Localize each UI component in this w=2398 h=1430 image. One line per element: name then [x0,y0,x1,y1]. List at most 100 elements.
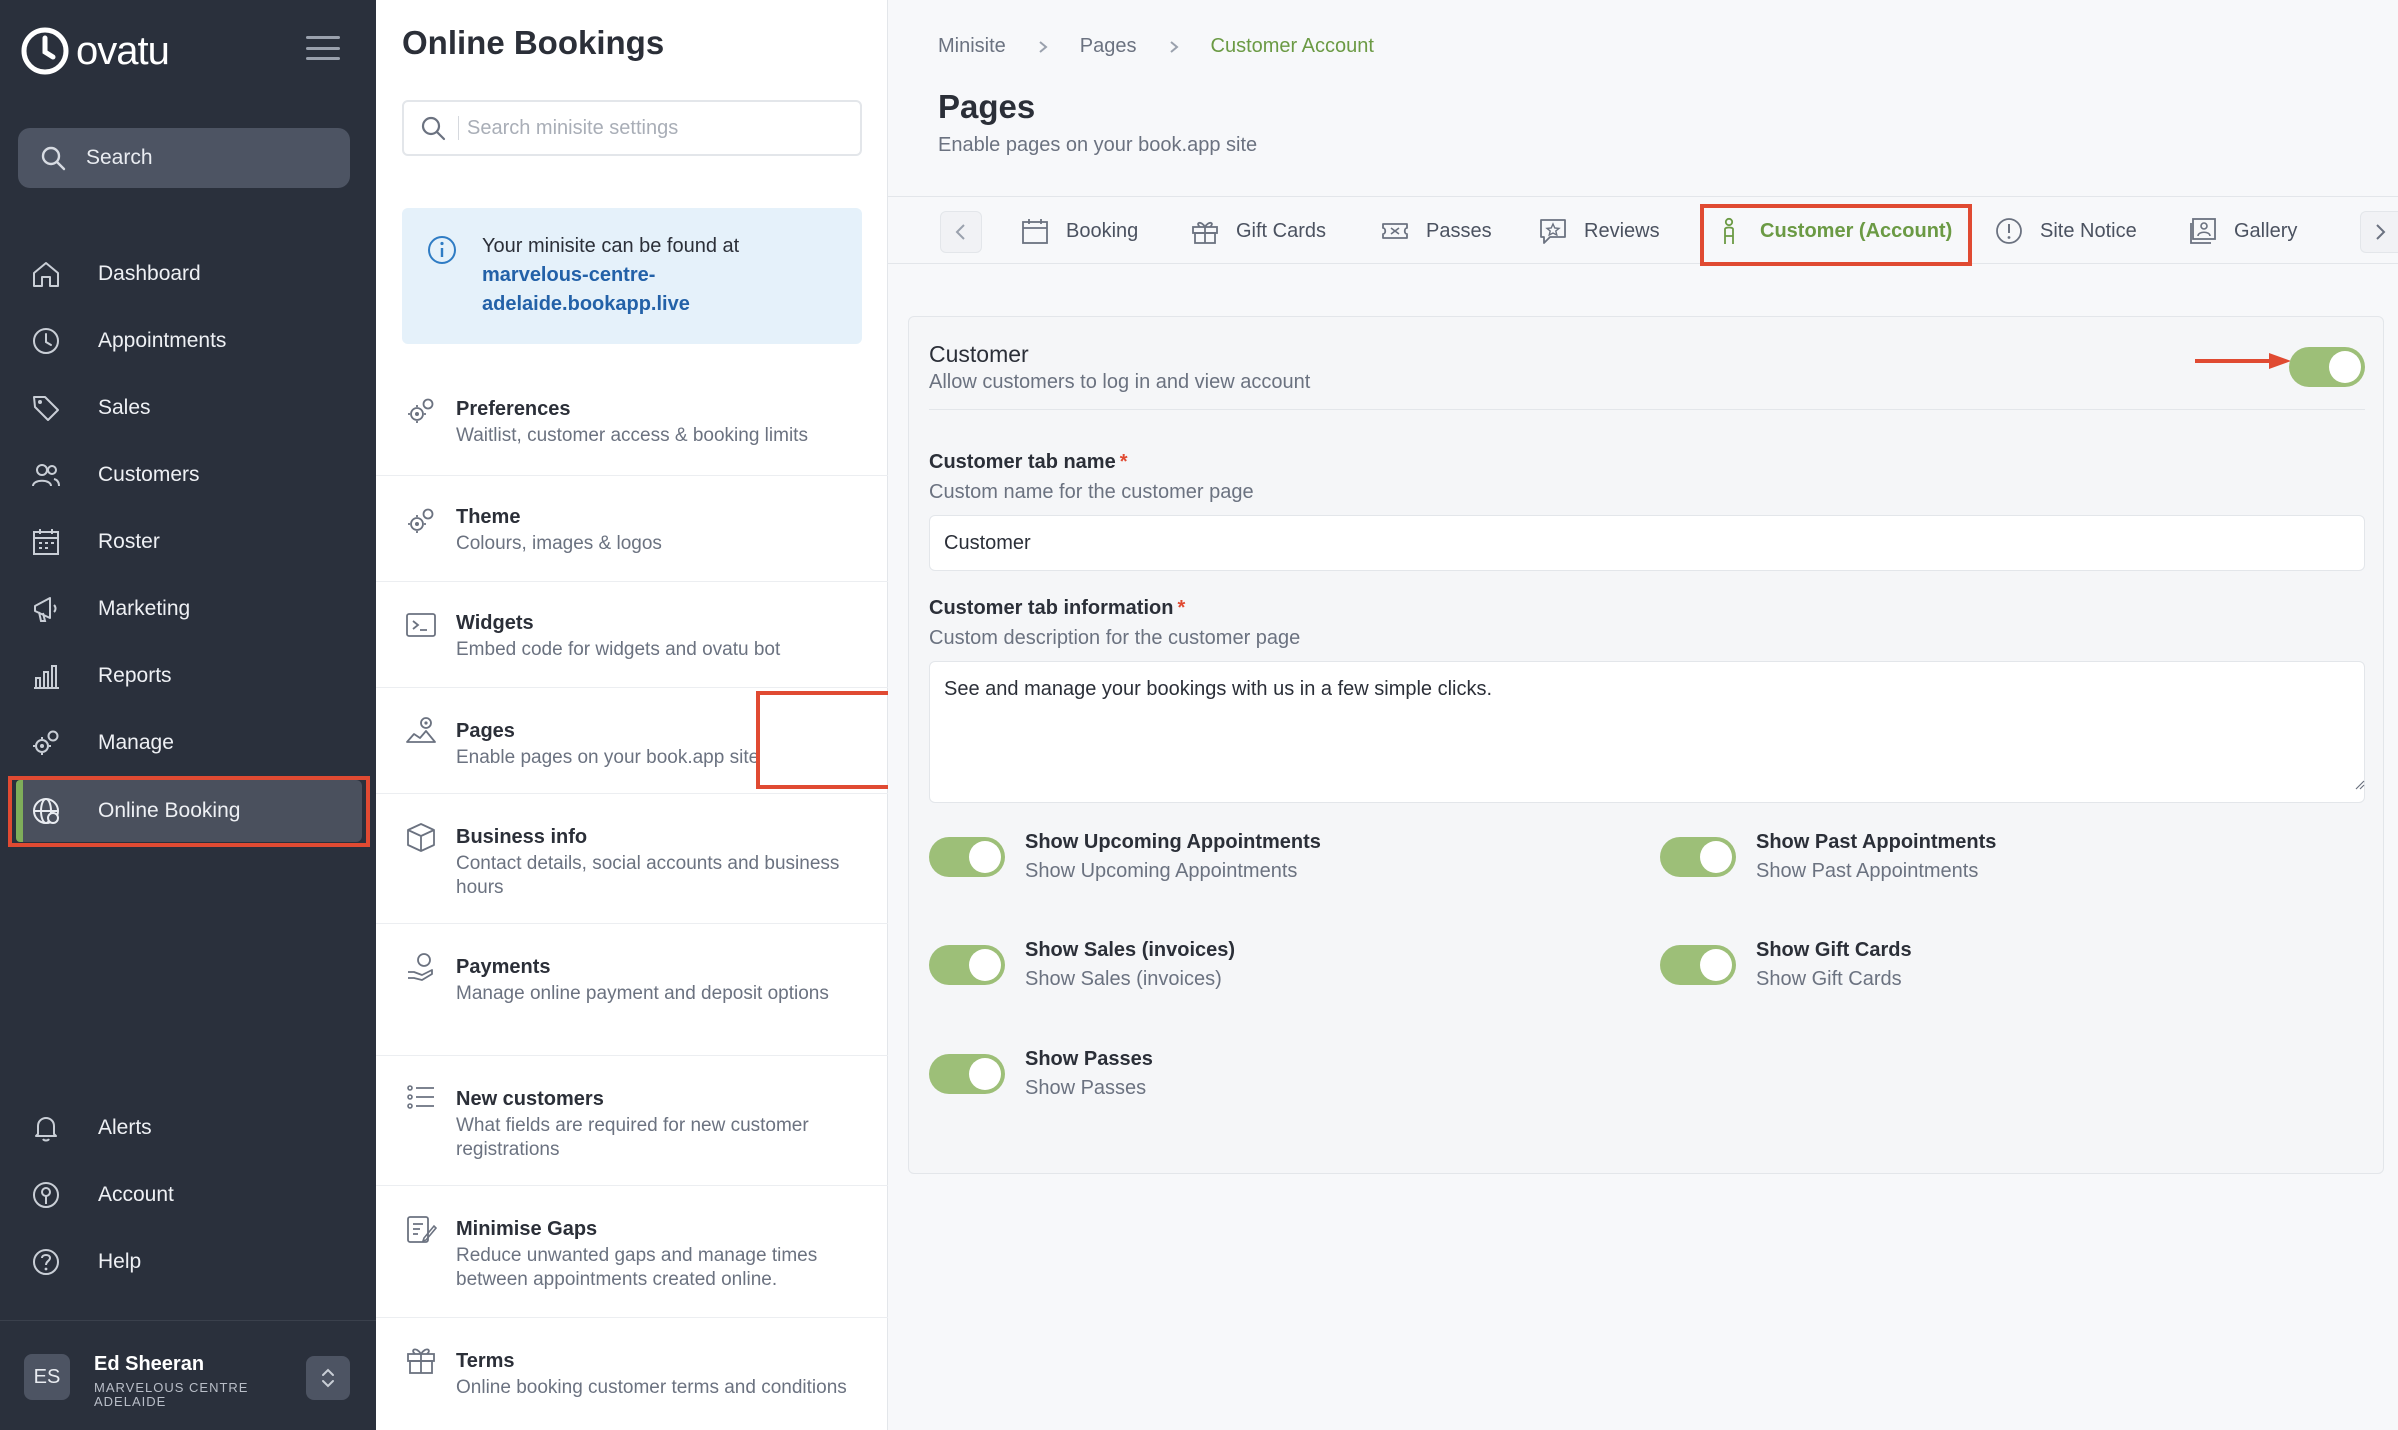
terminal-icon [406,613,436,637]
tab-passes[interactable]: Passes [1380,197,1492,265]
settings-item-title: Theme [456,506,521,528]
settings-item-business-info[interactable]: Business info Contact details, social ac… [376,794,888,924]
tab-name-input[interactable] [929,515,2365,571]
tab-gift-cards[interactable]: Gift Cards [1190,197,1326,265]
toggle-show-sales[interactable] [929,945,1005,985]
account-icon [33,1182,59,1208]
settings-item-desc: Waitlist, customer access & booking limi… [456,425,808,446]
sidebar-item-roster[interactable]: Roster [30,514,350,570]
settings-item-terms[interactable]: Terms Online booking customer terms and … [376,1318,888,1430]
home-icon [33,262,59,287]
settings-item-desc: Online booking customer terms and condit… [456,1377,847,1398]
tab-info-textarea[interactable]: See and manage your bookings with us in … [929,661,2365,803]
sidebar-item-help[interactable]: Help [30,1234,350,1290]
sidebar-search[interactable]: Search [18,128,350,188]
tabs-scroll-right-button[interactable] [2360,211,2398,253]
settings-item-minimise-gaps[interactable]: Minimise Gaps Reduce unwanted gaps and m… [376,1186,888,1318]
user-org-line1: MARVELOUS CENTRE [94,1380,249,1395]
sidebar-item-reports[interactable]: Reports [30,648,350,704]
settings-item-desc: Manage online payment and deposit option… [456,983,829,1004]
sidebar-item-manage[interactable]: Manage [30,715,350,771]
tab-info-label: Customer tab information * [929,597,1185,620]
settings-item-theme[interactable]: Theme Colours, images & logos [376,476,888,582]
help-icon [33,1249,59,1275]
settings-item-title: Minimise Gaps [456,1218,598,1240]
settings-item-new-customers[interactable]: New customers What fields are required f… [376,1056,888,1186]
chevron-right-icon [2375,224,2385,240]
tab-gallery[interactable]: Gallery [2188,197,2297,265]
breadcrumb-pages[interactable]: Pages [1080,35,1137,58]
customer-enabled-toggle[interactable] [2289,347,2365,387]
breadcrumb-minisite[interactable]: Minisite [938,35,1006,58]
minisite-info-label: Your minisite can be found at [482,235,740,257]
tab-name-label: Customer tab name * [929,451,1128,474]
sidebar-item-customers[interactable]: Customers [30,447,350,503]
sidebar-item-label: Reports [98,664,172,687]
toggle-show-past-appointments[interactable] [1660,837,1736,877]
settings-search-input[interactable] [467,116,847,140]
sidebar-item-dashboard[interactable]: Dashboard [30,246,350,302]
settings-item-desc: What fields are required for new custome… [456,1115,809,1160]
settings-item-payments[interactable]: Payments Manage online payment and depos… [376,924,888,1056]
settings-item-desc: Reduce unwanted gaps and manage times be… [456,1245,818,1290]
logo[interactable]: ovatu [20,26,170,76]
tab-site-notice[interactable]: Site Notice [1994,197,2137,265]
sidebar-item-label: Appointments [98,329,227,352]
settings-search[interactable] [402,100,862,156]
settings-item-preferences[interactable]: Preferences Waitlist, customer access & … [376,376,888,476]
box-icon [407,823,435,852]
users-icon [32,464,60,487]
highlight-box-online-booking [8,776,370,847]
chevron-up-down-icon [322,1368,334,1388]
highlight-box-customer-tab [1700,204,1972,266]
toggle-show-upcoming-appointments[interactable] [929,837,1005,877]
tab-label: Reviews [1584,219,1660,242]
sidebar-item-label: Customers [98,463,200,486]
sidebar-item-label: Help [98,1250,142,1273]
tab-name-label-text: Customer tab name [929,451,1116,473]
settings-panel: Online Bookings Your minisite can be fou… [376,0,1264,1430]
tab-name-desc: Custom name for the customer page [929,481,1254,503]
settings-item-desc: Contact details, social accounts and bus… [456,853,840,898]
tabs-bar: Booking Gift Cards Passes Reviews Custom… [888,196,2398,266]
tab-label: Passes [1426,219,1492,242]
sidebar-item-alerts[interactable]: Alerts [30,1100,350,1156]
customer-card-title: Customer [929,341,1029,367]
menu-icon[interactable] [306,36,340,60]
toggle-show-passes[interactable] [929,1054,1005,1094]
minisite-link[interactable]: marvelous-centre- adelaide.bookapp.live [482,261,852,319]
tab-booking[interactable]: Booking [1020,197,1138,265]
option-desc: Show Past Appointments [1756,860,1979,882]
sidebar-item-appointments[interactable]: Appointments [30,313,350,369]
option-title: Show Past Appointments [1756,831,1997,853]
sidebar-item-label: Account [98,1183,174,1206]
sidebar: ovatu Search Dashboard Appointments Sale… [0,0,376,1430]
tab-reviews[interactable]: Reviews [1538,197,1660,265]
option-title: Show Passes [1025,1048,1153,1070]
sidebar-item-sales[interactable]: Sales [30,380,350,436]
info-icon [428,236,456,264]
toggle-show-gift-cards[interactable] [1660,945,1736,985]
settings-item-title: Preferences [456,398,571,420]
avatar[interactable]: ES [24,1354,70,1400]
user-switch-button[interactable] [306,1356,350,1400]
resize-grip-icon[interactable] [2355,780,2365,790]
tabs-scroll-left-button[interactable] [940,211,982,253]
sidebar-search-label: Search [86,146,153,169]
tab-label: Gallery [2234,219,2298,242]
megaphone-icon [34,597,57,622]
option-title: Show Sales (invoices) [1025,939,1236,961]
option-title: Show Upcoming Appointments [1025,831,1321,853]
settings-title: Online Bookings [402,24,665,61]
user-name: Ed Sheeran [94,1353,205,1375]
gift-icon [407,1348,435,1374]
sidebar-item-account[interactable]: Account [30,1167,350,1223]
settings-item-widgets[interactable]: Widgets Embed code for widgets and ovatu… [376,582,888,688]
pages-gear-icon [406,717,436,743]
settings-item-title: New customers [456,1088,604,1110]
ovatu-logo-icon [21,27,69,75]
sidebar-item-marketing[interactable]: Marketing [30,581,350,637]
minisite-link-line1: marvelous-centre- [482,264,656,286]
calendar-icon [33,529,59,555]
chevron-left-icon [955,224,965,240]
